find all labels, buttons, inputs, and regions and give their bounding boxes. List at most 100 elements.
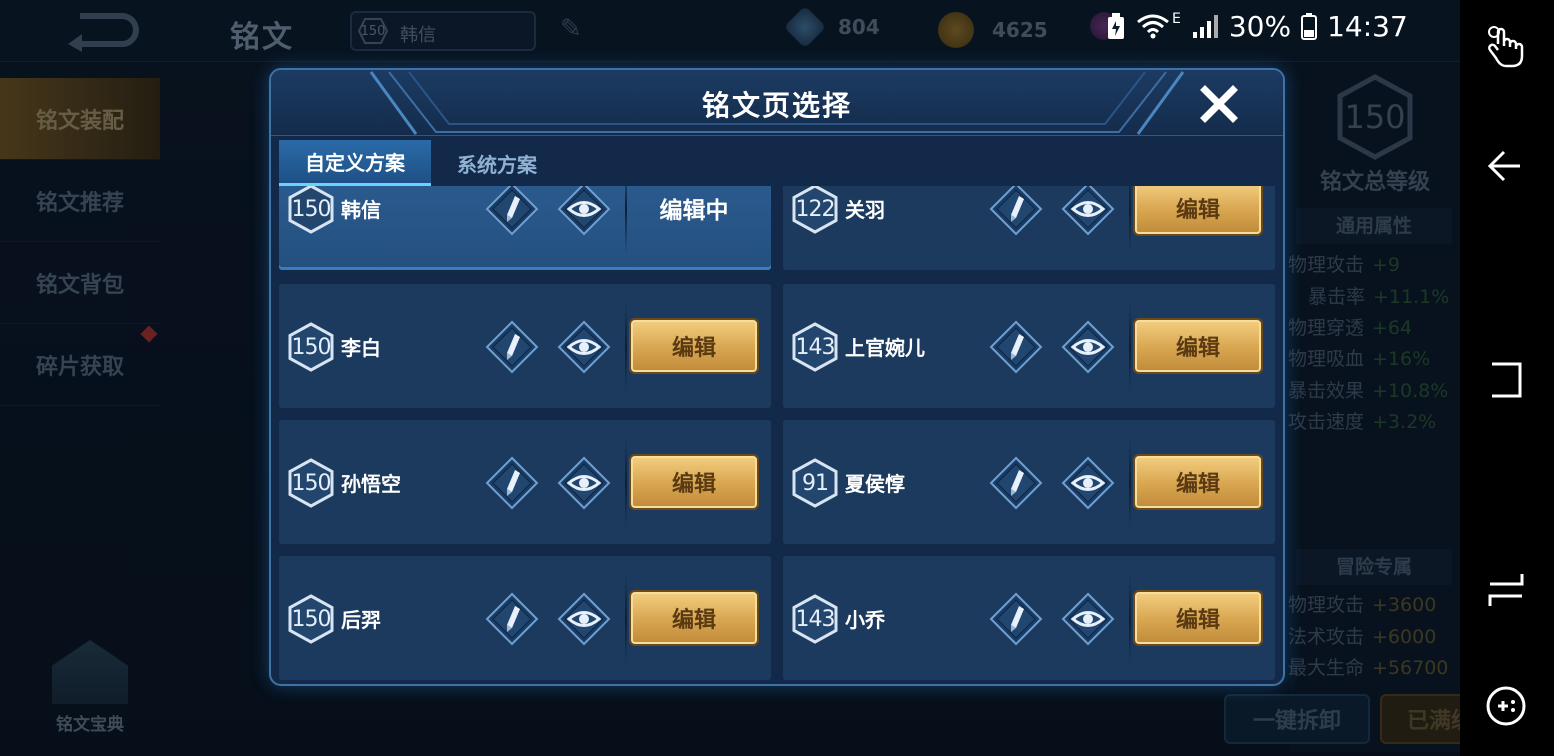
- plan-level: 150: [291, 606, 332, 632]
- edit-button[interactable]: 编辑: [631, 320, 757, 372]
- plan-level: 150: [291, 334, 332, 360]
- edit-button[interactable]: 编辑: [631, 456, 757, 508]
- card-divider: [1129, 438, 1131, 528]
- gamepad-icon: [1486, 686, 1526, 726]
- preview-button[interactable]: [557, 320, 611, 374]
- card-divider: [1129, 574, 1131, 664]
- tab-system-plans[interactable]: 系统方案: [431, 140, 563, 186]
- eye-icon: [557, 456, 611, 514]
- preview-button[interactable]: [557, 456, 611, 510]
- nav-home-button[interactable]: [1480, 564, 1532, 616]
- card-divider: [625, 302, 627, 392]
- back-icon: [1487, 150, 1520, 182]
- edit-button[interactable]: 编辑: [1135, 456, 1261, 508]
- preview-button[interactable]: [557, 592, 611, 646]
- level-hexagon-icon: 122: [791, 186, 839, 234]
- rune-page-select-modal: 铭文页选择 自定义方案 系统方案 150 韩信 编辑中 122 关羽 编辑 150 李白 编辑 1…: [269, 68, 1285, 686]
- eye-icon: [1061, 320, 1115, 378]
- plan-card[interactable]: 122 关羽 编辑: [783, 186, 1275, 270]
- eye-icon: [557, 186, 611, 240]
- game-tools-button[interactable]: [1480, 680, 1532, 732]
- battery-percent: 30%: [1228, 9, 1292, 43]
- level-hexagon-icon: 150: [287, 322, 335, 372]
- plan-card[interactable]: 150 韩信 编辑中: [279, 186, 771, 270]
- rename-button[interactable]: [989, 320, 1043, 374]
- battery-icon: [1301, 13, 1318, 40]
- touch-hand-icon: [1488, 26, 1524, 68]
- pencil-icon: [485, 320, 539, 378]
- preview-button[interactable]: [1061, 320, 1115, 374]
- rename-button[interactable]: [485, 592, 539, 646]
- plan-card[interactable]: 143 小乔 编辑: [783, 556, 1275, 680]
- preview-button[interactable]: [1061, 592, 1115, 646]
- clock: 14:37: [1327, 9, 1408, 43]
- level-hexagon-icon: 143: [791, 594, 839, 644]
- edit-button[interactable]: 编辑: [1135, 592, 1261, 644]
- plan-level: 91: [802, 470, 829, 496]
- plan-card[interactable]: 150 李白 编辑: [279, 284, 771, 408]
- card-divider: [625, 186, 627, 254]
- eye-icon: [1061, 456, 1115, 514]
- tab-custom-plans[interactable]: 自定义方案: [279, 140, 431, 186]
- edit-button[interactable]: 编辑: [1135, 320, 1261, 372]
- plan-name: 上官婉儿: [845, 336, 925, 360]
- plan-tabs: 自定义方案 系统方案: [279, 140, 563, 186]
- plan-name: 关羽: [845, 198, 885, 222]
- level-hexagon-icon: 150: [287, 186, 335, 234]
- network-type: E: [1172, 11, 1181, 27]
- nav-back-button[interactable]: [1480, 140, 1532, 192]
- close-button[interactable]: [1195, 80, 1243, 128]
- status-bar: E 30% 14:37: [1106, 6, 1408, 46]
- rename-button[interactable]: [989, 186, 1043, 236]
- rename-button[interactable]: [485, 320, 539, 374]
- preview-button[interactable]: [557, 186, 611, 236]
- plan-card[interactable]: 150 后羿 编辑: [279, 556, 771, 680]
- pencil-icon: [989, 592, 1043, 650]
- plan-card[interactable]: 91 夏侯惇 编辑: [783, 420, 1275, 544]
- pencil-icon: [485, 186, 539, 240]
- card-divider: [625, 574, 627, 664]
- rename-button[interactable]: [485, 456, 539, 510]
- rename-button[interactable]: [989, 456, 1043, 510]
- plan-level: 150: [291, 470, 332, 496]
- pencil-icon: [989, 320, 1043, 378]
- rename-button[interactable]: [989, 592, 1043, 646]
- edit-button[interactable]: 编辑: [631, 592, 757, 644]
- card-divider: [625, 438, 627, 528]
- plan-card[interactable]: 150 孙悟空 编辑: [279, 420, 771, 544]
- pencil-icon: [989, 186, 1043, 240]
- recents-icon: [1492, 362, 1522, 398]
- signal-icon: [1192, 15, 1218, 38]
- level-hexagon-icon: 143: [791, 322, 839, 372]
- pencil-icon: [485, 456, 539, 514]
- plan-list[interactable]: 150 韩信 编辑中 122 关羽 编辑 150 李白 编辑 143 上官婉儿 编辑 150 孙悟空 编辑 9…: [279, 186, 1279, 682]
- wifi-icon: [1137, 14, 1169, 39]
- modal-header: 铭文页选择: [271, 70, 1283, 136]
- plan-level: 150: [291, 196, 332, 222]
- touch-lock-button[interactable]: [1480, 20, 1532, 72]
- level-hexagon-icon: 91: [791, 458, 839, 508]
- plan-name: 李白: [341, 336, 381, 360]
- card-divider: [1129, 302, 1131, 392]
- plan-level: 143: [795, 606, 836, 632]
- pencil-icon: [485, 592, 539, 650]
- split-screen-icon: [1488, 574, 1524, 606]
- nav-recents-button[interactable]: [1480, 354, 1532, 406]
- eye-icon: [1061, 592, 1115, 650]
- plan-name: 孙悟空: [341, 472, 401, 496]
- eye-icon: [557, 592, 611, 650]
- plan-name: 夏侯惇: [845, 472, 905, 496]
- level-hexagon-icon: 150: [287, 458, 335, 508]
- edit-button[interactable]: 编辑: [1135, 186, 1261, 234]
- preview-button[interactable]: [1061, 456, 1115, 510]
- rename-button[interactable]: [485, 186, 539, 236]
- modal-title: 铭文页选择: [701, 89, 852, 122]
- battery-saver-icon: [1108, 13, 1124, 39]
- eye-icon: [557, 320, 611, 378]
- plan-name: 小乔: [845, 608, 885, 632]
- preview-button[interactable]: [1061, 186, 1115, 236]
- editing-status: 编辑中: [659, 198, 729, 224]
- plan-card[interactable]: 143 上官婉儿 编辑: [783, 284, 1275, 408]
- pencil-icon: [989, 456, 1043, 514]
- plan-level: 143: [795, 334, 836, 360]
